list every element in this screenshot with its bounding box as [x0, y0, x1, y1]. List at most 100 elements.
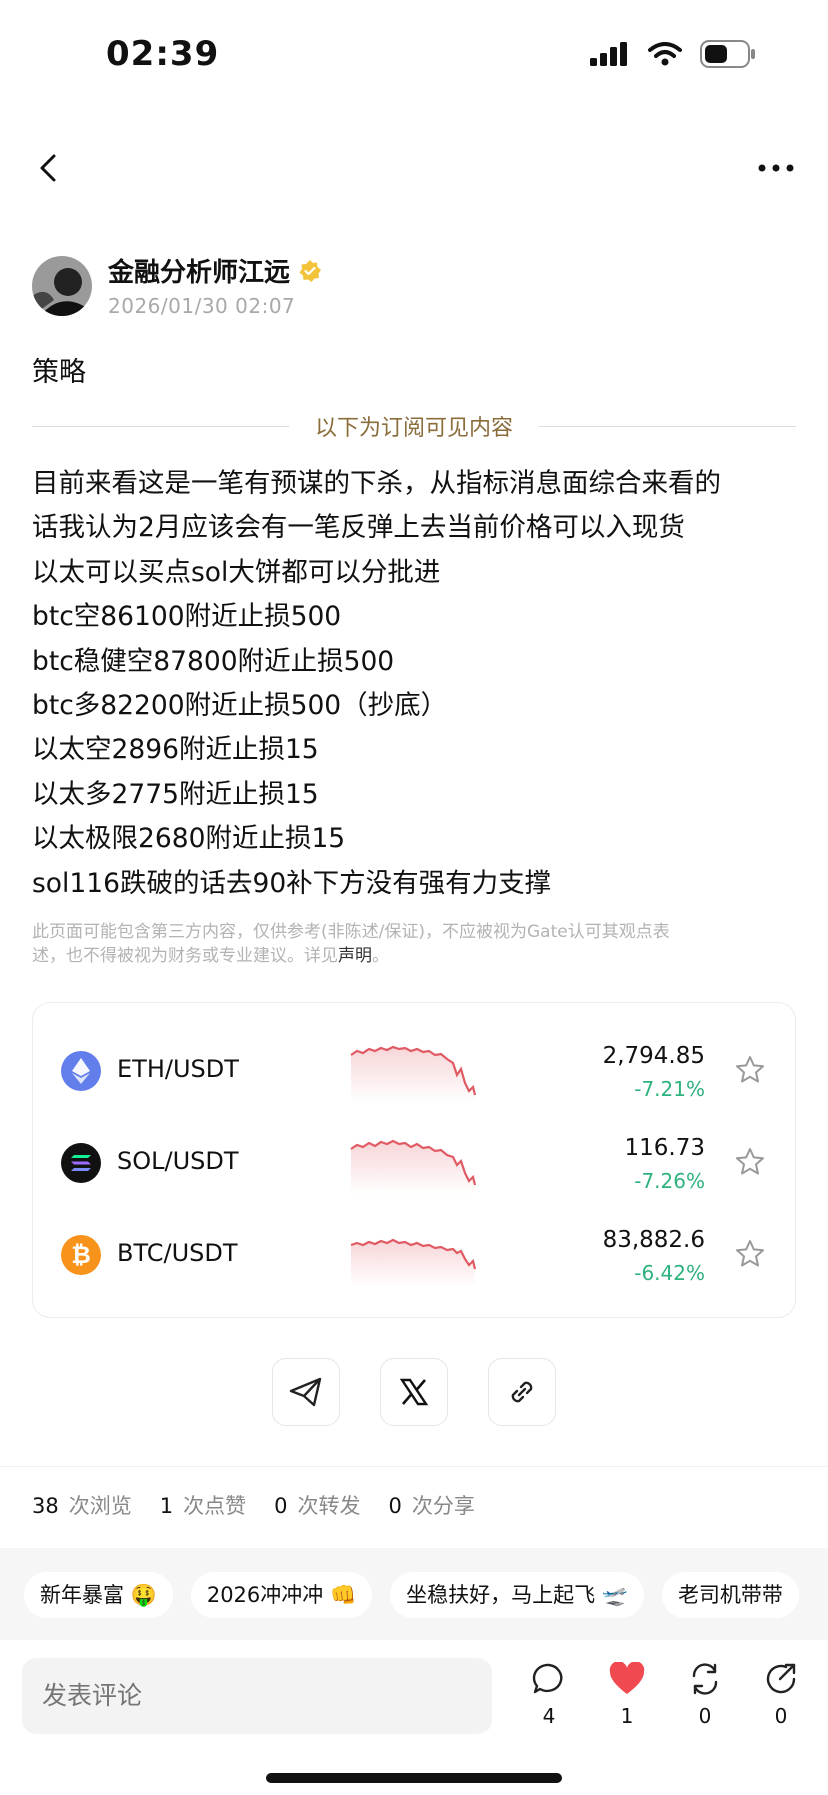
disclaimer-end: 。: [372, 946, 389, 966]
quick-tag[interactable]: 坐稳扶好，马上起飞 🛫: [390, 1572, 644, 1618]
send-icon: [289, 1377, 322, 1407]
repost-icon: [692, 1663, 718, 1695]
nav-bar: [0, 130, 828, 210]
market-row-sol[interactable]: SOL/USDT 116.73 -7.26%: [33, 1117, 797, 1209]
link-icon: [511, 1381, 533, 1403]
heart-icon: [609, 1661, 645, 1694]
stat-unit: 次浏览: [68, 1494, 132, 1518]
comment-icon: [532, 1663, 563, 1694]
sparkline: [350, 1139, 477, 1195]
x-logo-icon: [399, 1378, 429, 1406]
disclaimer-link[interactable]: 声明: [338, 946, 372, 966]
section-divider: [0, 1466, 828, 1467]
post-content: 目前来看这是一笔有预谋的下杀，从指标消息面综合来看的 话我认为2月应该会有一笔反…: [32, 462, 802, 906]
more-dots-icon: [758, 164, 794, 172]
shares-stat: 0 次分享: [388, 1490, 474, 1520]
subscription-divider: 以下为订阅可见内容: [32, 410, 797, 442]
share-icon: [766, 1663, 796, 1694]
author-header: 金融分析师江远 2026/01/30 02:07: [32, 252, 802, 322]
status-time: 02:39: [106, 34, 220, 74]
more-button[interactable]: [750, 148, 802, 188]
telegram-share-button[interactable]: [272, 1358, 340, 1426]
price: 116.73: [624, 1135, 705, 1161]
content-line: btc空86100附近止损500: [32, 601, 342, 633]
status-icons: [590, 40, 756, 68]
share-row: [272, 1358, 556, 1426]
change-percent: -7.21%: [634, 1077, 705, 1101]
stat-unit: 次分享: [411, 1494, 475, 1518]
author-name: 金融分析师江远: [108, 258, 291, 288]
market-row-btc[interactable]: ₿ BTC/USDT 83,882.6 -6.42%: [33, 1209, 797, 1301]
divider-line: [539, 425, 797, 427]
wifi-icon: [648, 42, 682, 66]
stat-unit: 次点赞: [183, 1494, 247, 1518]
stat-value: 38: [32, 1494, 59, 1518]
comment-input[interactable]: [22, 1658, 492, 1734]
quick-tag[interactable]: 新年暴富 🤑: [24, 1572, 173, 1618]
back-button[interactable]: [28, 148, 68, 188]
star-icon: [736, 1056, 764, 1083]
sparkline: [350, 1238, 477, 1287]
post-time: 2026/01/30 02:07: [108, 294, 296, 318]
likes-stat: 1 次点赞: [160, 1490, 246, 1520]
comment-count: 4: [542, 1704, 556, 1728]
post-stats: 38 次浏览 1 次点赞 0 次转发 0 次分享: [32, 1490, 475, 1520]
comment-bar: 4 1 0 0: [0, 1640, 828, 1795]
avatar[interactable]: [32, 256, 92, 316]
share-count: 0: [774, 1704, 788, 1728]
pair-name: ETH/USDT: [117, 1055, 239, 1083]
subscription-notice: 以下为订阅可见内容: [315, 416, 514, 441]
content-line: 以太极限2680附近止损15: [32, 823, 346, 855]
author-name-row[interactable]: 金融分析师江远: [108, 252, 322, 289]
share-action[interactable]: 0: [756, 1662, 806, 1728]
disclaimer-line: 此页面可能包含第三方内容，仅供参考(非陈述/保证)，不应被视为Gate认可其观点…: [32, 922, 670, 942]
status-bar: 02:39: [0, 0, 828, 112]
divider-line: [32, 425, 289, 427]
change-percent: -6.42%: [634, 1261, 705, 1285]
views-stat: 38 次浏览: [32, 1490, 132, 1520]
favorite-button[interactable]: [733, 1053, 767, 1087]
post-title: 策略: [32, 357, 86, 388]
bottom-area: 新年暴富 🤑 2026冲冲冲 👊 坐稳扶好，马上起飞 🛫 老司机带带 4 1: [0, 1548, 828, 1795]
disclaimer: 此页面可能包含第三方内容，仅供参考(非陈述/保证)，不应被视为Gate认可其观点…: [32, 920, 802, 968]
content-line: btc多82200附近止损500（抄底）: [32, 690, 448, 722]
like-action[interactable]: 1: [602, 1661, 652, 1728]
verified-badge-icon: [299, 259, 322, 282]
quick-reply-tags: 新年暴富 🤑 2026冲冲冲 👊 坐稳扶好，马上起飞 🛫 老司机带带: [24, 1572, 799, 1618]
disclaimer-text: 述，也不得被视为财务或专业建议。详见: [32, 946, 338, 966]
price: 83,882.6: [602, 1227, 705, 1253]
stat-unit: 次转发: [297, 1494, 361, 1518]
change-percent: -7.26%: [634, 1169, 705, 1193]
quick-tag[interactable]: 老司机带带: [661, 1572, 799, 1618]
comment-action[interactable]: 4: [524, 1662, 574, 1728]
market-card: ETH/USDT 2,794.85 -7.21% SOL/USDT 116.73…: [32, 1002, 796, 1318]
star-icon: [736, 1240, 764, 1267]
content-line: 以太多2775附近止损15: [32, 778, 319, 810]
market-row-eth[interactable]: ETH/USDT 2,794.85 -7.21%: [33, 1025, 797, 1117]
reposts-stat: 0 次转发: [274, 1490, 360, 1520]
favorite-button[interactable]: [733, 1145, 767, 1179]
content-line: sol116跌破的话去90补下方没有强有力支撑: [32, 867, 552, 899]
signal-icon: [590, 42, 627, 66]
content-line: 话我认为2月应该会有一笔反弹上去当前价格可以入现货: [32, 512, 685, 544]
home-indicator: [266, 1773, 562, 1783]
repost-action[interactable]: 0: [680, 1662, 730, 1728]
content-line: 以太空2896附近止损15: [32, 734, 319, 766]
btc-icon: ₿: [61, 1235, 101, 1275]
x-share-button[interactable]: [380, 1358, 448, 1426]
content-line: 以太可以买点sol大饼都可以分批进: [32, 556, 441, 588]
pair-name: BTC/USDT: [117, 1239, 238, 1267]
pair-name: SOL/USDT: [117, 1147, 239, 1175]
copy-link-button[interactable]: [488, 1358, 556, 1426]
like-count: 1: [620, 1704, 634, 1728]
favorite-button[interactable]: [733, 1237, 767, 1271]
sparkline: [350, 1045, 477, 1103]
content-line: btc稳健空87800附近止损500: [32, 645, 395, 677]
stat-value: 1: [159, 1494, 174, 1518]
sol-icon: [61, 1143, 101, 1183]
repost-count: 0: [698, 1704, 712, 1728]
price: 2,794.85: [602, 1043, 705, 1069]
stat-value: 0: [274, 1494, 288, 1518]
quick-tag[interactable]: 2026冲冲冲 👊: [190, 1572, 373, 1618]
disclaimer-line: 述，也不得被视为财务或专业建议。详见声明。: [32, 944, 802, 968]
